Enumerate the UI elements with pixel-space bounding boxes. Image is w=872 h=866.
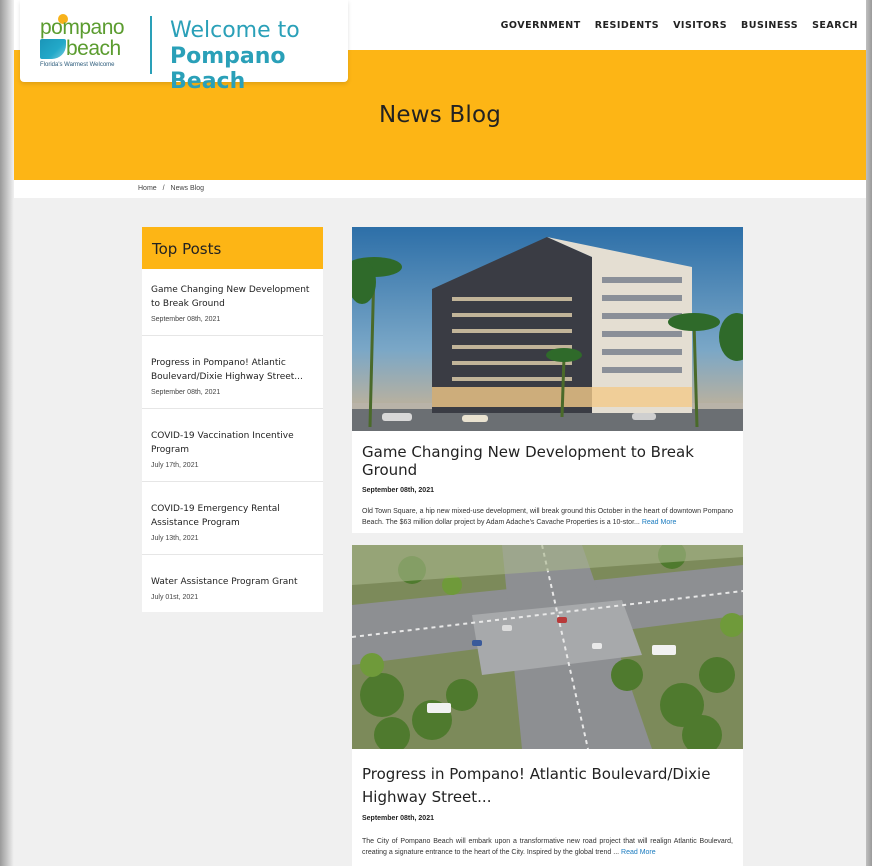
intersection-rendering-image [352, 545, 743, 749]
nav-visitors[interactable]: VISITORS [673, 20, 727, 31]
logo-card[interactable]: pompano beach Florida's Warmest Welcome … [20, 0, 348, 94]
building-rendering-image [352, 227, 743, 431]
wave-icon [40, 39, 66, 59]
top-post-item[interactable]: COVID-19 Vaccination Incentive Program J… [142, 409, 323, 482]
post-excerpt: The City of Pompano Beach will embark up… [352, 836, 743, 858]
post-title[interactable]: Progress in Pompano! Atlantic Boulevard/… [352, 763, 743, 809]
top-post-title[interactable]: Water Assistance Program Grant [151, 575, 314, 589]
breadcrumb: Home / News Blog [138, 185, 208, 192]
welcome-line-2: Pompano Beach [170, 44, 286, 94]
main-nav: GOVERNMENT RESIDENTS VISITORS BUSINESS S… [501, 20, 858, 31]
blog-post-card: Game Changing New Development to Break G… [352, 227, 743, 533]
post-excerpt-text: Old Town Square, a hip new mixed-use dev… [362, 508, 733, 526]
blog-post-card: Progress in Pompano! Atlantic Boulevard/… [352, 545, 743, 866]
page: News Blog pompano beach Florida's Warmes… [14, 0, 866, 866]
post-image-intersection[interactable] [352, 545, 743, 749]
breadcrumb-separator: / [162, 185, 165, 192]
breadcrumb-bar: Home / News Blog [14, 180, 866, 198]
post-excerpt: Old Town Square, a hip new mixed-use dev… [352, 506, 743, 528]
nav-residents[interactable]: RESIDENTS [595, 20, 659, 31]
top-post-item[interactable]: Progress in Pompano! Atlantic Boulevard/… [142, 336, 323, 409]
top-post-date: September 08th, 2021 [151, 316, 221, 323]
top-post-date: September 08th, 2021 [151, 389, 221, 396]
top-post-title[interactable]: Progress in Pompano! Atlantic Boulevard/… [151, 356, 314, 384]
top-posts-sidebar: Top Posts Game Changing New Development … [142, 227, 323, 612]
nav-business[interactable]: BUSINESS [741, 20, 798, 31]
read-more-link[interactable]: Read More [621, 849, 656, 856]
top-post-item[interactable]: Game Changing New Development to Break G… [142, 269, 323, 336]
top-post-date: July 01st, 2021 [151, 594, 199, 601]
top-post-title[interactable]: COVID-19 Vaccination Incentive Program [151, 429, 314, 457]
breadcrumb-home[interactable]: Home [138, 185, 157, 192]
post-date: September 08th, 2021 [362, 487, 434, 494]
top-post-title[interactable]: Game Changing New Development to Break G… [151, 283, 314, 311]
top-posts-heading: Top Posts [142, 227, 323, 269]
post-title[interactable]: Game Changing New Development to Break G… [352, 443, 743, 479]
top-post-date: July 13th, 2021 [151, 535, 199, 542]
post-image-building[interactable] [352, 227, 743, 431]
page-title: News Blog [378, 102, 502, 128]
read-more-link[interactable]: Read More [642, 519, 677, 526]
post-excerpt-text: The City of Pompano Beach will embark up… [362, 838, 733, 856]
top-post-title[interactable]: COVID-19 Emergency Rental Assistance Pro… [151, 502, 314, 530]
nav-government[interactable]: GOVERNMENT [501, 20, 581, 31]
logo-divider [150, 16, 152, 74]
top-post-item[interactable]: COVID-19 Emergency Rental Assistance Pro… [142, 482, 323, 555]
top-post-date: July 17th, 2021 [151, 462, 199, 469]
top-post-item[interactable]: Water Assistance Program Grant July 01st… [142, 555, 323, 612]
logo-tagline: Florida's Warmest Welcome [40, 62, 115, 68]
post-date: September 08th, 2021 [362, 815, 434, 822]
logo-word-beach: beach [66, 37, 121, 60]
welcome-line-1: Welcome to [170, 18, 300, 43]
nav-search[interactable]: SEARCH [812, 20, 858, 31]
breadcrumb-current: News Blog [170, 185, 205, 192]
